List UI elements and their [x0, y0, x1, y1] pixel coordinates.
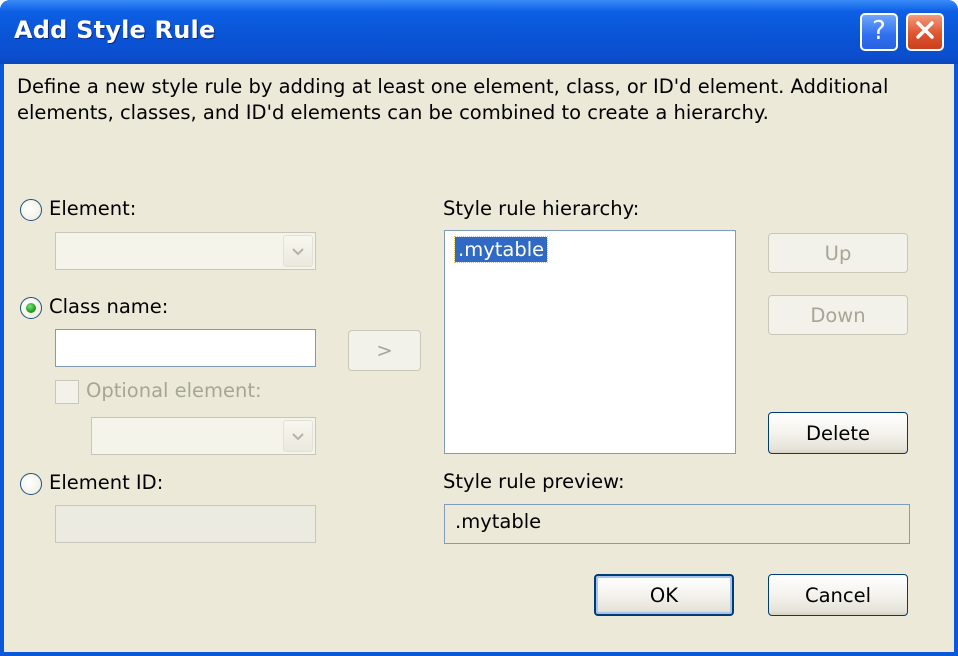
- element-label: Element:: [49, 197, 137, 220]
- element-dropdown[interactable]: [55, 232, 316, 270]
- element-id-input[interactable]: [55, 505, 316, 543]
- element-id-radio[interactable]: [20, 473, 42, 495]
- hierarchy-label: Style rule hierarchy:: [443, 197, 640, 220]
- ok-button[interactable]: OK: [594, 574, 734, 616]
- close-button[interactable]: [906, 13, 944, 51]
- description-text: Define a new style rule by adding at lea…: [17, 75, 889, 124]
- add-to-hierarchy-button[interactable]: >: [348, 330, 421, 371]
- class-name-radio[interactable]: [20, 297, 42, 319]
- preview-field: .mytable: [444, 504, 910, 544]
- delete-button[interactable]: Delete: [768, 412, 908, 454]
- hierarchy-listbox[interactable]: .mytable: [444, 230, 736, 454]
- optional-element-dropdown-arrow[interactable]: [283, 420, 313, 452]
- dialog-window: Add Style Rule ? Define a new style rule…: [0, 0, 958, 656]
- element-radio[interactable]: [20, 199, 42, 221]
- element-dropdown-arrow[interactable]: [283, 235, 313, 267]
- window-title: Add Style Rule: [14, 16, 216, 44]
- dialog-body: Define a new style rule by adding at lea…: [4, 64, 954, 652]
- element-id-label: Element ID:: [49, 471, 164, 494]
- optional-element-checkbox[interactable]: [55, 380, 79, 404]
- hierarchy-list-item[interactable]: .mytable: [453, 236, 549, 263]
- preview-label: Style rule preview:: [443, 470, 625, 493]
- class-name-label: Class name:: [49, 295, 169, 318]
- help-button[interactable]: ?: [860, 13, 898, 51]
- chevron-down-icon: [291, 427, 305, 446]
- help-icon: ?: [868, 16, 890, 48]
- chevron-down-icon: [291, 242, 305, 261]
- close-icon: [914, 19, 936, 45]
- svg-text:?: ?: [872, 16, 886, 44]
- optional-element-dropdown[interactable]: [91, 417, 316, 455]
- radio-selected-dot: [26, 303, 36, 313]
- cancel-button[interactable]: Cancel: [768, 574, 908, 616]
- optional-element-label: Optional element:: [86, 379, 262, 402]
- title-bar[interactable]: Add Style Rule ?: [0, 0, 958, 64]
- down-button[interactable]: Down: [768, 295, 908, 335]
- up-button[interactable]: Up: [768, 233, 908, 273]
- class-name-input[interactable]: [55, 329, 316, 367]
